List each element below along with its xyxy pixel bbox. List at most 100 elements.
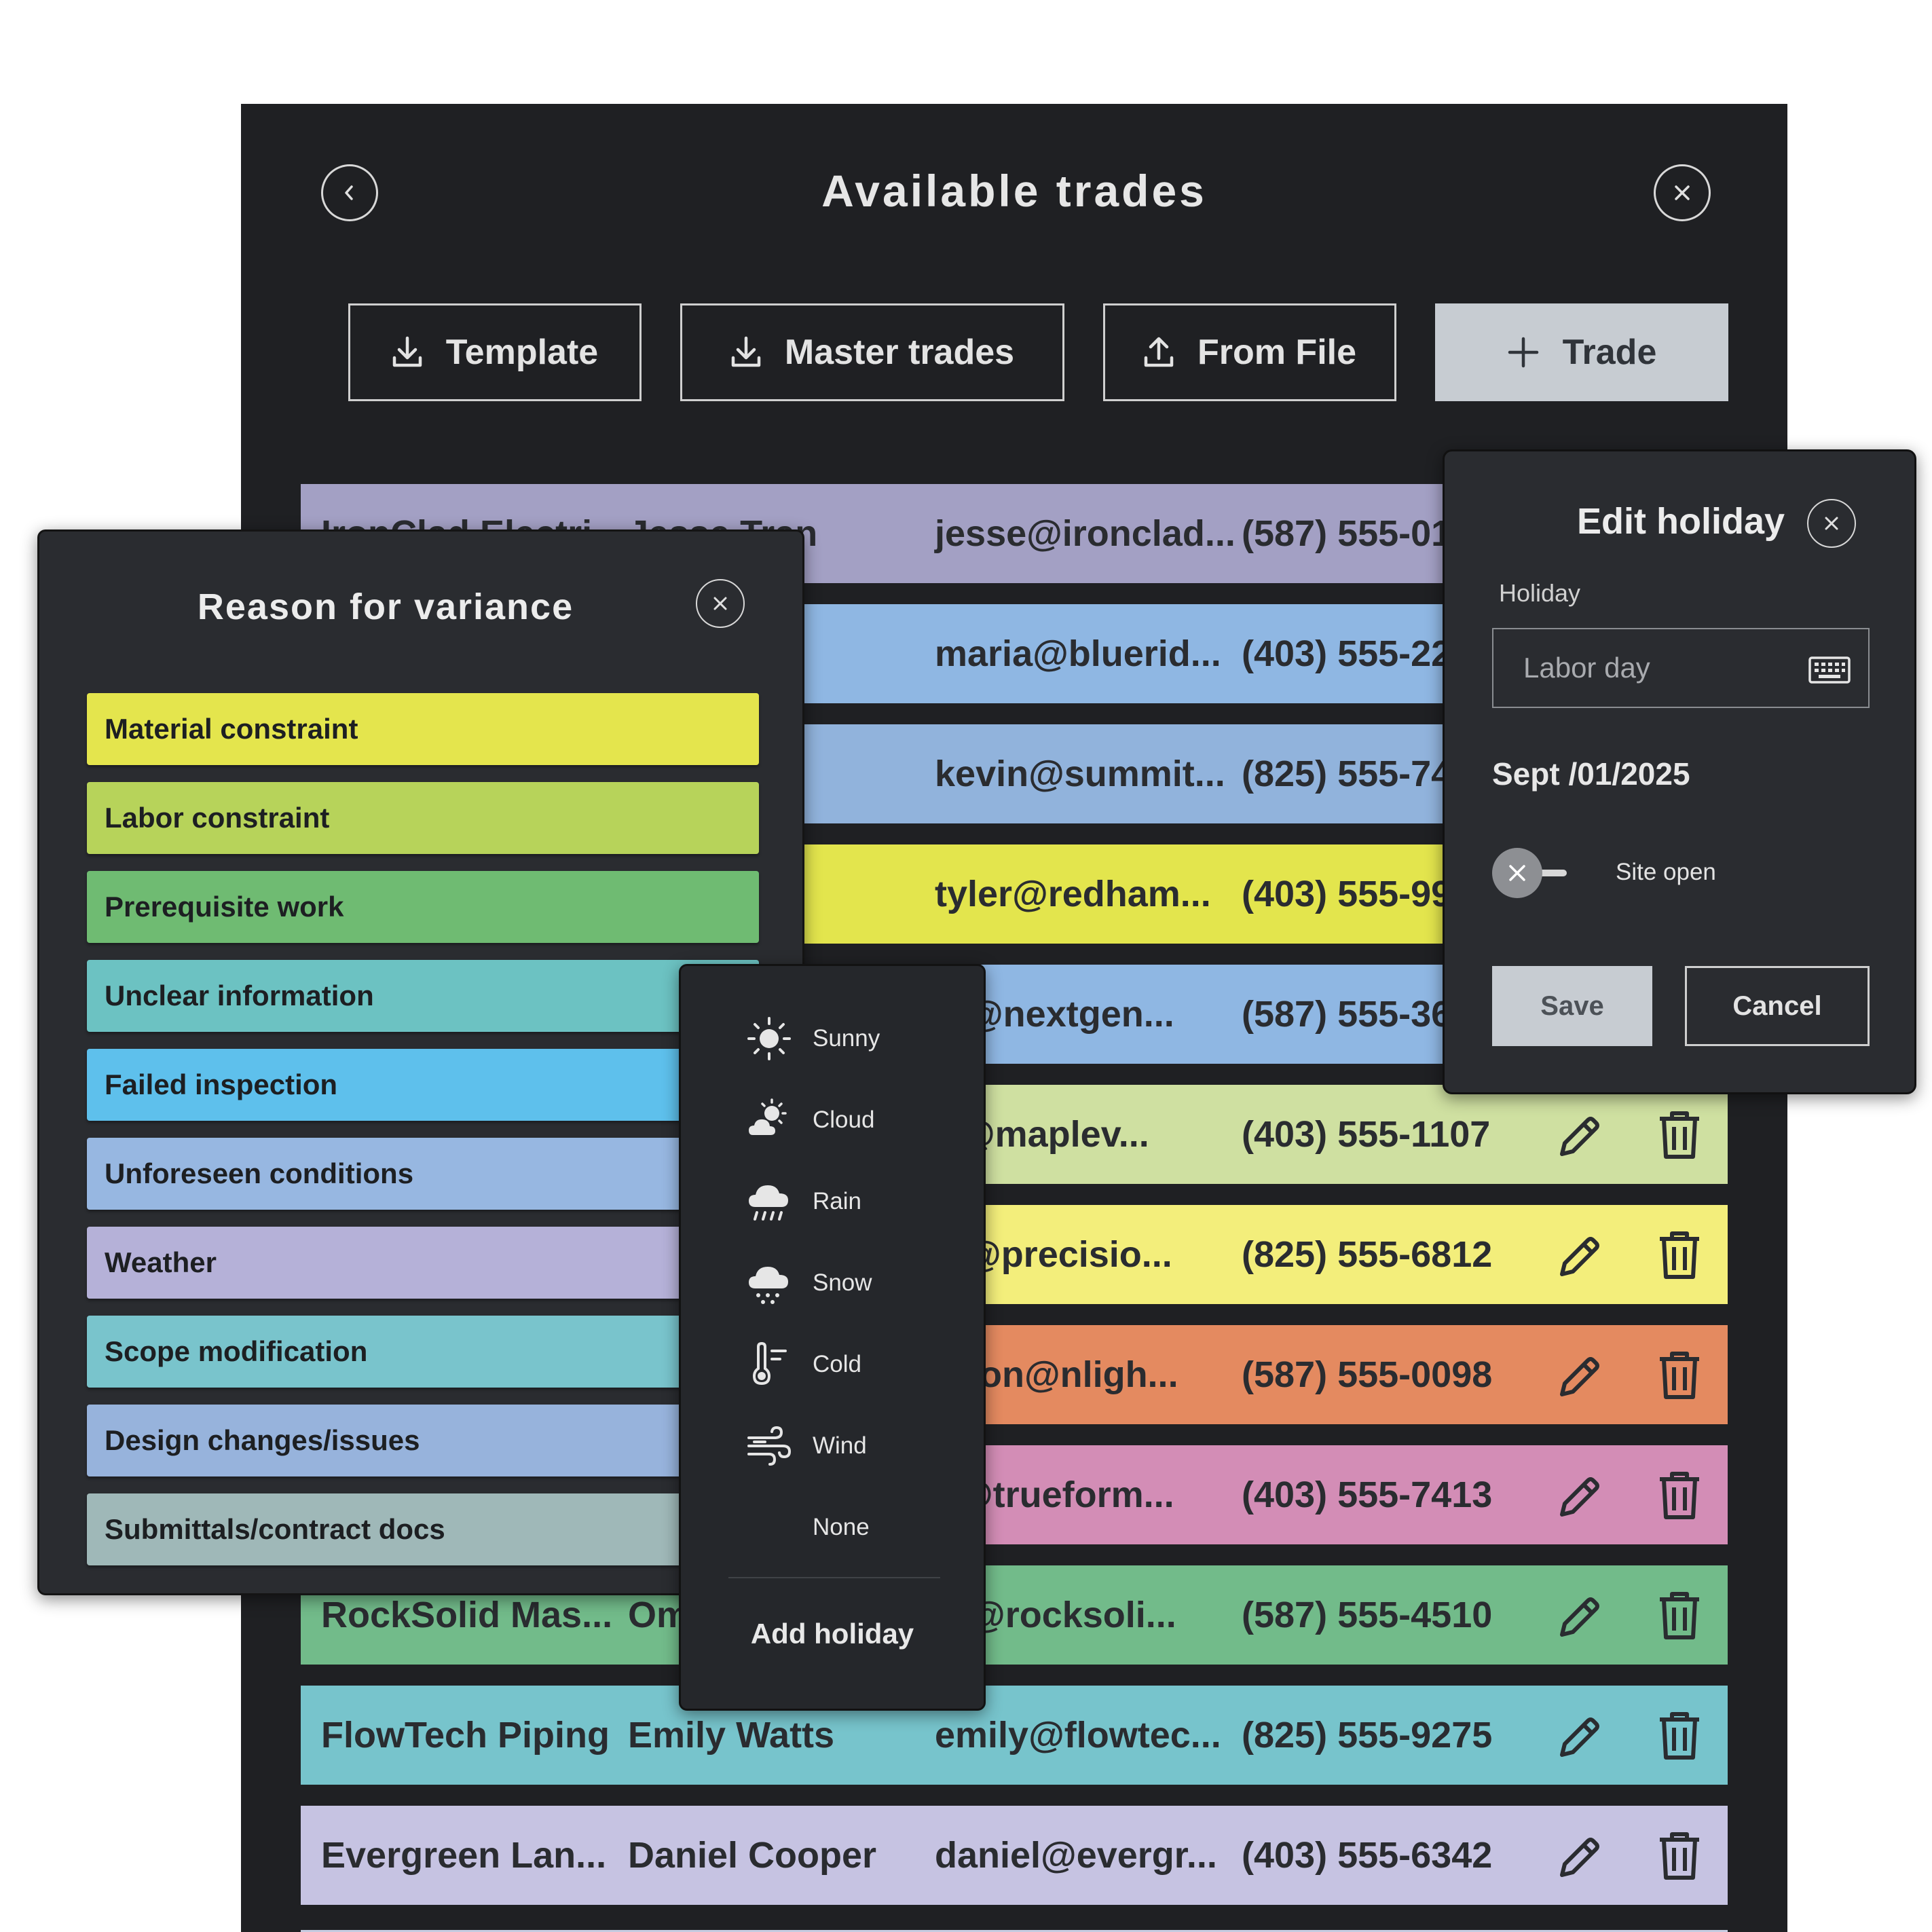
weather-option-label: Sunny (813, 1025, 880, 1052)
trash-icon[interactable] (1656, 1229, 1703, 1290)
phone-cell: (587) 555-01 (1242, 513, 1452, 554)
cancel-button[interactable]: Cancel (1685, 966, 1870, 1046)
trash-icon[interactable] (1656, 1710, 1703, 1770)
upload-icon (1144, 337, 1174, 367)
add-holiday-button[interactable]: Add holiday (681, 1618, 984, 1650)
edit-icon[interactable] (1554, 1351, 1605, 1411)
master-trades-download-button[interactable]: Master trades (680, 303, 1064, 401)
variance-option[interactable]: Labor constraint (87, 782, 759, 854)
save-button[interactable]: Save (1492, 966, 1652, 1046)
variance-option-label: Prerequisite work (105, 891, 344, 923)
variance-option-label: Unclear information (105, 980, 374, 1011)
variance-option[interactable]: Scope modification (87, 1316, 759, 1388)
menu-divider (728, 1577, 940, 1578)
edit-icon[interactable] (1554, 1111, 1605, 1171)
table-row[interactable]: FlowTech Piping Emily Watts emily@flowtec.… (301, 1686, 1728, 1785)
phone-cell: (825) 555-74 (1242, 754, 1452, 794)
weather-option-snow[interactable]: Snow (742, 1252, 872, 1314)
blank-icon (742, 1500, 796, 1555)
variance-option[interactable]: Unforeseen conditions (87, 1138, 759, 1210)
trash-icon[interactable] (1656, 1350, 1703, 1410)
phone-cell: (587) 555-36 (1242, 994, 1452, 1035)
weather-option-label: Cloud (813, 1107, 875, 1133)
weather-option-sunny[interactable]: Sunny (742, 1008, 880, 1069)
close-button[interactable] (1654, 164, 1711, 221)
holiday-field-label: Holiday (1499, 579, 1581, 607)
template-label: Template (445, 333, 599, 372)
variance-option[interactable]: Weather (87, 1227, 759, 1299)
holiday-name-value: Labor day (1523, 652, 1650, 684)
template-download-button[interactable]: Template (348, 303, 642, 401)
phone-cell: (825) 555-9275 (1242, 1715, 1493, 1755)
company-cell: RockSolid Mas... (321, 1595, 613, 1635)
email-cell: jesse@ironclad... (935, 513, 1236, 554)
holiday-name-input[interactable]: Labor day (1492, 628, 1870, 708)
weather-option-label: None (813, 1514, 870, 1540)
company-cell: FlowTech Piping (321, 1715, 610, 1755)
close-icon (1509, 865, 1525, 881)
trash-icon[interactable] (1656, 1109, 1703, 1170)
close-icon (1675, 185, 1690, 200)
variance-option[interactable]: Submittals/contract docs (87, 1493, 759, 1565)
edit-icon[interactable] (1554, 1231, 1605, 1291)
weather-option-label: Snow (813, 1269, 872, 1296)
edit-holiday-dialog: Edit holiday Holiday Labor day Sept /01/… (1443, 449, 1916, 1094)
trash-icon[interactable] (1656, 1590, 1703, 1650)
snow-icon (742, 1256, 796, 1310)
phone-cell: (587) 555-0098 (1242, 1354, 1493, 1395)
holiday-close-button[interactable] (1807, 499, 1856, 548)
trash-icon[interactable] (1656, 1470, 1703, 1530)
phone-cell: (825) 555-6812 (1242, 1234, 1493, 1275)
download-icon (731, 336, 761, 367)
weather-option-rain[interactable]: Rain (742, 1171, 861, 1232)
add-trade-button[interactable]: Trade (1435, 303, 1728, 401)
variance-title: Reason for variance (197, 587, 574, 627)
email-cell: daniel@evergr... (935, 1835, 1217, 1876)
phone-cell: (403) 555-6342 (1242, 1835, 1493, 1876)
contact-cell: Daniel Cooper (628, 1835, 877, 1876)
weather-option-cloud[interactable]: Cloud (742, 1090, 874, 1151)
plus-icon (1508, 337, 1538, 368)
download-icon (392, 336, 422, 367)
weather-option-label: Rain (813, 1188, 861, 1214)
weather-option-wind[interactable]: Wind (742, 1415, 867, 1476)
close-icon (713, 597, 727, 610)
master-trades-label: Master trades (784, 333, 1015, 372)
add-trade-label: Trade (1562, 333, 1657, 372)
edit-icon[interactable] (1554, 1591, 1605, 1652)
close-icon (1825, 517, 1838, 530)
partly-cloudy-icon (742, 1093, 796, 1147)
thermometer-icon (742, 1337, 796, 1392)
variance-option[interactable]: Failed inspection (87, 1049, 759, 1121)
phone-cell: (403) 555-99 (1242, 874, 1452, 914)
edit-holiday-title: Edit holiday (1577, 501, 1785, 542)
edit-icon[interactable] (1554, 1471, 1605, 1531)
phone-cell: (587) 555-4510 (1242, 1595, 1493, 1635)
trash-icon[interactable] (1656, 1830, 1703, 1891)
edit-icon[interactable] (1554, 1711, 1605, 1772)
email-cell: emily@flowtec... (935, 1715, 1221, 1755)
email-cell: maria@bluerid... (935, 633, 1221, 674)
page-title: Available trades (821, 166, 1207, 216)
weather-option-cold[interactable]: Cold (742, 1334, 861, 1395)
keyboard-icon[interactable] (1808, 656, 1851, 684)
variance-option[interactable]: Prerequisite work (87, 871, 759, 943)
variance-option-label: Weather (105, 1246, 217, 1278)
from-file-upload-button[interactable]: From File (1103, 303, 1396, 401)
weather-option-label: Wind (813, 1432, 867, 1459)
wind-icon (742, 1419, 796, 1473)
variance-option[interactable]: Material constraint (87, 693, 759, 765)
variance-option[interactable]: Unclear information (87, 960, 759, 1032)
variance-close-button[interactable] (696, 579, 745, 628)
phone-cell: (403) 555-7413 (1242, 1474, 1493, 1515)
site-open-toggle[interactable] (1492, 848, 1542, 898)
weather-option-none[interactable]: None (742, 1497, 870, 1558)
variance-option[interactable]: Design changes/issues (87, 1405, 759, 1476)
weather-menu: Sunny Cloud Rain Snow Cold Wind None Add… (679, 964, 986, 1711)
from-file-label: From File (1197, 333, 1357, 372)
holiday-date[interactable]: Sept /01/2025 (1492, 756, 1690, 792)
email-cell: kevin@summit... (935, 754, 1225, 794)
email-cell: tyler@redham... (935, 874, 1211, 914)
edit-icon[interactable] (1554, 1832, 1605, 1892)
table-row[interactable]: Evergreen Lan... Daniel Cooper daniel@ever… (301, 1806, 1728, 1905)
